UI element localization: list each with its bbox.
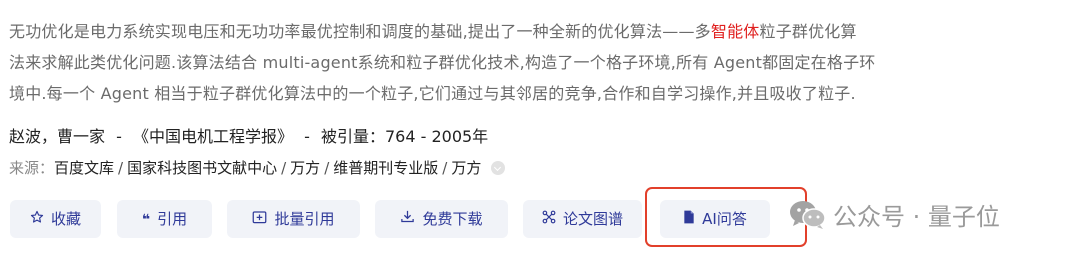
chevron-down-icon[interactable] bbox=[491, 161, 506, 175]
meta-separator: - bbox=[116, 127, 122, 146]
star-icon bbox=[30, 201, 44, 239]
search-result-card: 无功优化是电力系统实现电压和无功功率最优控制和调度的基础,提出了一种全新的优化算… bbox=[0, 0, 1080, 261]
favorite-button[interactable]: 收藏 bbox=[10, 200, 101, 238]
watermark: 公众号 · 量子位 bbox=[789, 197, 1000, 237]
abstract-line-2: 法来求解此类优化问题.该算法结合 multi-agent系统和粒子群优化技术,构… bbox=[9, 53, 876, 72]
abstract-text: 无功优化是电力系统实现电压和无功功率最优控制和调度的基础,提出了一种全新的优化算… bbox=[9, 16, 1009, 109]
cite-button[interactable]: ❝ 引用 bbox=[117, 200, 212, 238]
download-button[interactable]: 免费下载 bbox=[375, 200, 508, 238]
paper-graph-button[interactable]: 论文图谱 bbox=[523, 200, 642, 238]
source-link[interactable]: 万方 bbox=[290, 159, 320, 177]
download-label: 免费下载 bbox=[422, 210, 483, 228]
source-link[interactable]: 国家科技图书文献中心 bbox=[127, 159, 277, 177]
authors[interactable]: 赵波，曹一家 bbox=[9, 127, 105, 146]
cite-label: 引用 bbox=[157, 210, 188, 228]
source-link[interactable]: 万方 bbox=[451, 159, 481, 177]
abstract-line-1: 无功优化是电力系统实现电压和无功功率最优控制和调度的基础,提出了一种全新的优化算… bbox=[9, 22, 857, 41]
batch-cite-button[interactable]: 批量引用 bbox=[227, 200, 360, 238]
source-link[interactable]: 百度文库 bbox=[54, 159, 114, 177]
source-link[interactable]: 维普期刊专业版 bbox=[333, 159, 438, 177]
journal-name[interactable]: 《中国电机工程学报》 bbox=[133, 127, 293, 146]
citation-count: 被引量：764 - 2005年 bbox=[320, 127, 489, 146]
source-list: 来源：百度文库 / 国家科技图书文献中心 / 万方 / 维普期刊专业版 / 万方 bbox=[9, 157, 506, 178]
wechat-icon bbox=[789, 199, 827, 231]
batch-cite-label: 批量引用 bbox=[274, 210, 335, 228]
plus-box-icon bbox=[252, 201, 267, 239]
quote-icon: ❝ bbox=[141, 212, 151, 228]
highlighted-keyword: 智能体 bbox=[710, 22, 760, 41]
paper-meta: 赵波，曹一家 - 《中国电机工程学报》 - 被引量：764 - 2005年 bbox=[9, 123, 488, 147]
favorite-label: 收藏 bbox=[50, 210, 81, 228]
download-icon bbox=[400, 201, 415, 239]
graph-icon bbox=[542, 201, 556, 239]
watermark-text: 公众号 · 量子位 bbox=[833, 203, 1000, 231]
annotation-highlight-box bbox=[645, 187, 807, 247]
source-label: 来源： bbox=[9, 159, 55, 177]
meta-separator: - bbox=[304, 127, 310, 146]
paper-graph-label: 论文图谱 bbox=[562, 210, 623, 228]
abstract-line-3: 境中.每一个 Agent 相当于粒子群优化算法中的一个粒子,它们通过与其邻居的竞… bbox=[9, 84, 856, 103]
